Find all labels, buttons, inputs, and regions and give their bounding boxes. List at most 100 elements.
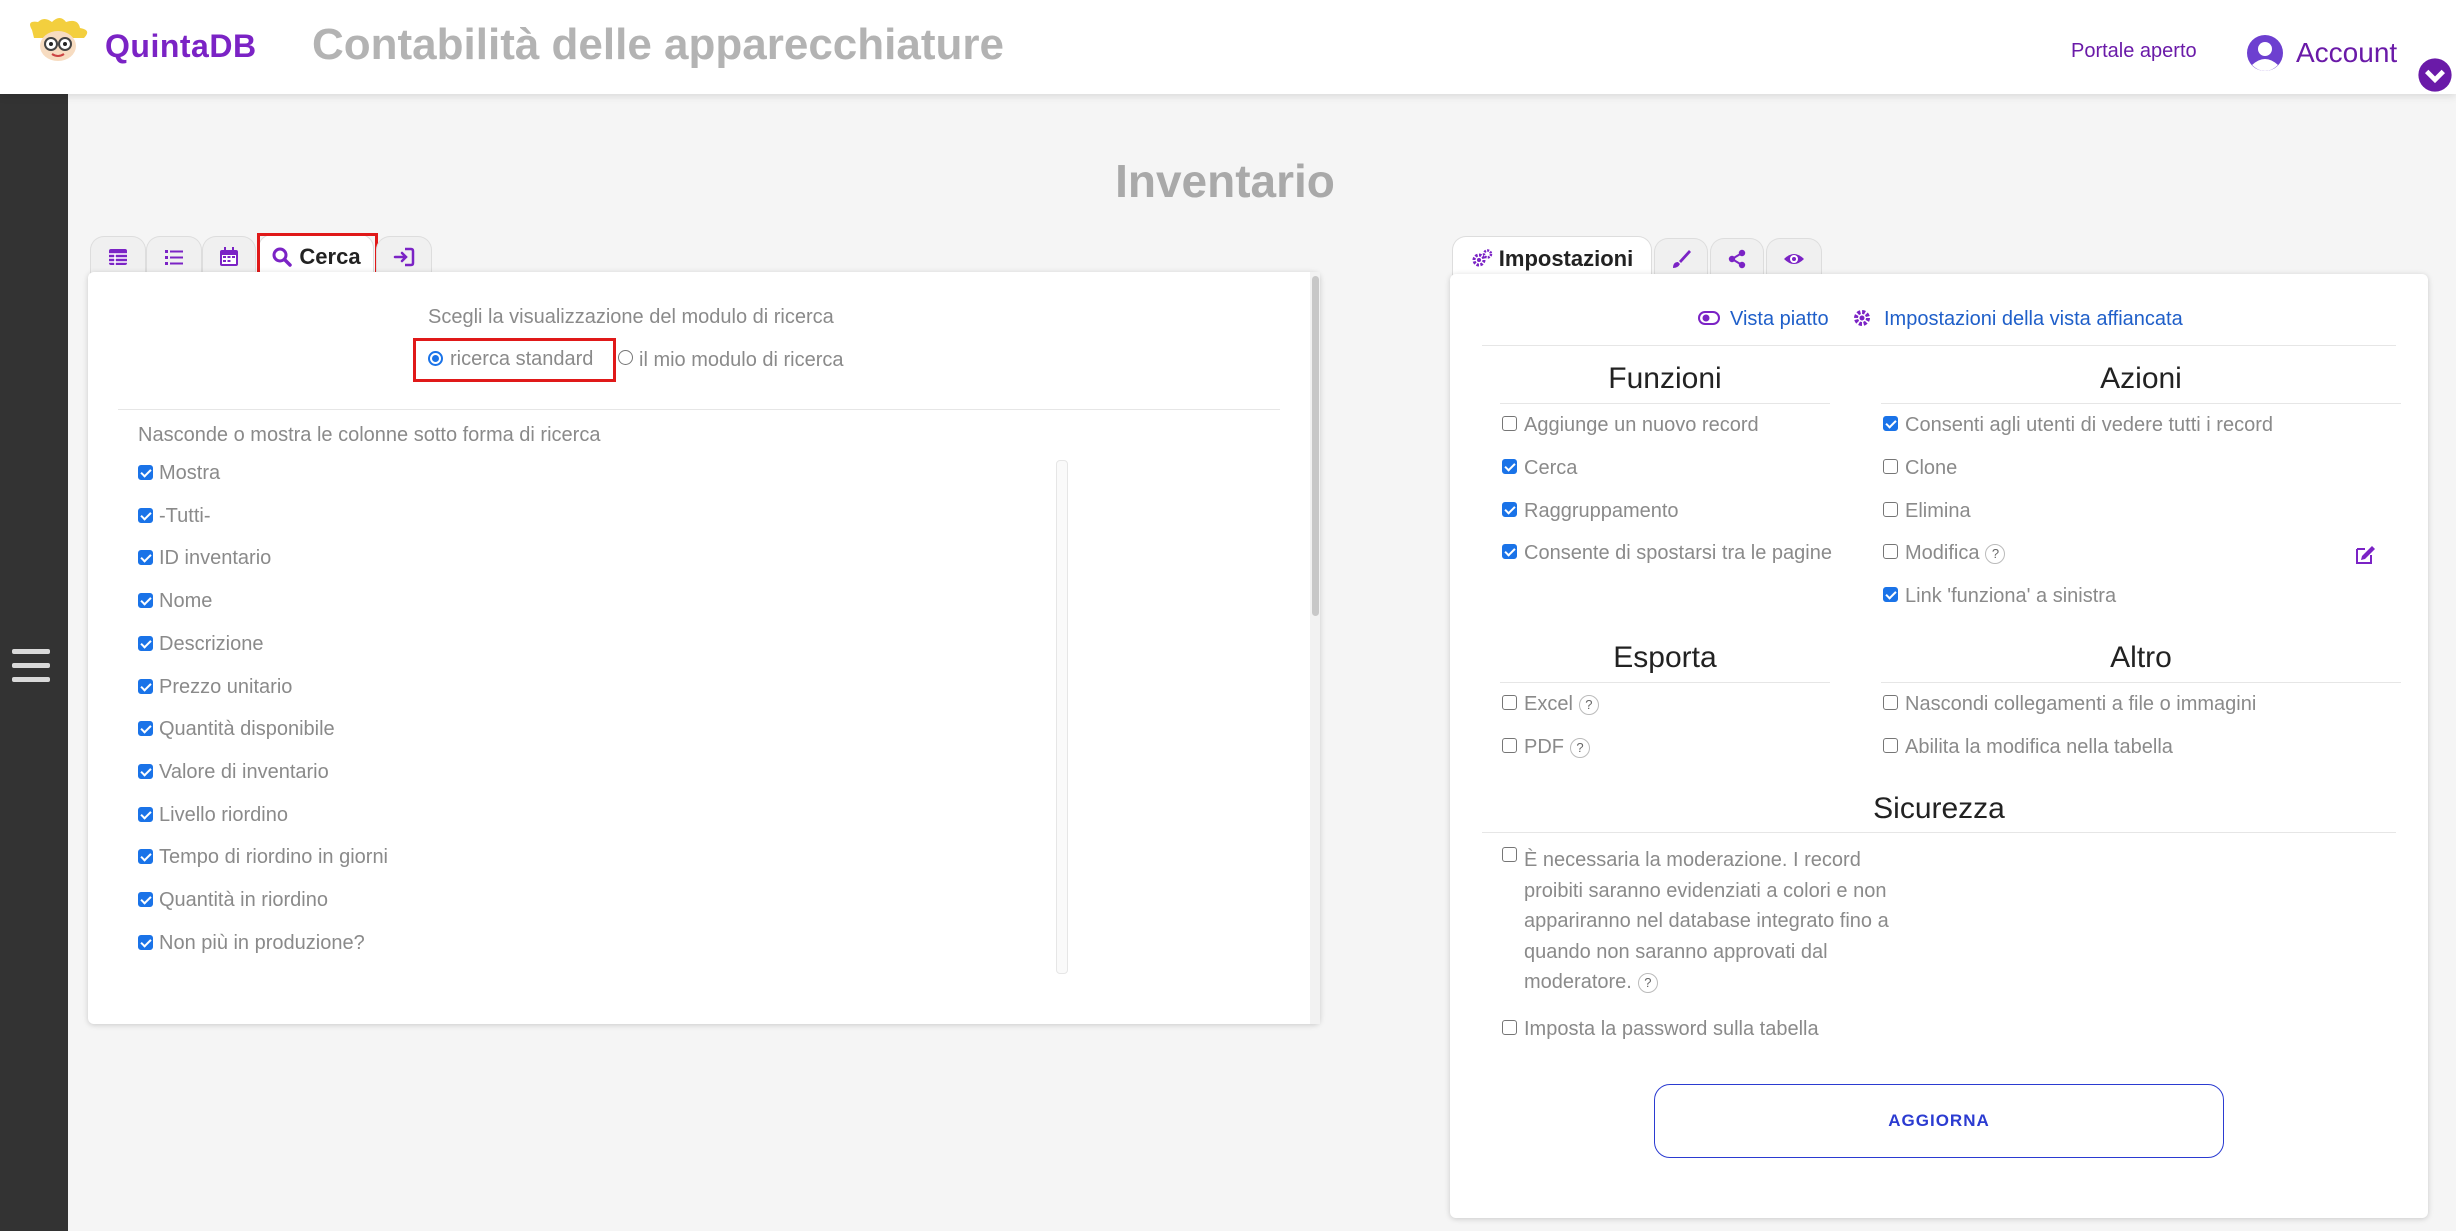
left-link-checkbox[interactable]: [1883, 587, 1898, 602]
tab-share[interactable]: [1710, 238, 1764, 278]
table-password-label: Imposta la password sulla tabella: [1524, 1018, 1819, 1040]
radio-standard-search-label[interactable]: ricerca standard: [450, 348, 593, 371]
edit-icon[interactable]: [2354, 544, 2376, 566]
divider: [1881, 682, 2401, 683]
chevron-down-icon: [2418, 58, 2452, 92]
pagination-checkbox[interactable]: [1502, 544, 1517, 559]
tab-list-view[interactable]: [146, 236, 202, 276]
radio-custom-search[interactable]: [618, 350, 633, 365]
column-checkbox[interactable]: [138, 507, 153, 523]
help-icon[interactable]: ?: [1570, 737, 1590, 758]
gear-icon: [1854, 310, 1870, 326]
divider: [1500, 682, 1830, 683]
divider: [1881, 403, 2401, 404]
clone-checkbox[interactable]: [1883, 459, 1898, 474]
radio-standard-search[interactable]: [428, 351, 443, 366]
column-label: Quantità disponibile: [159, 718, 335, 741]
list-icon: [165, 249, 183, 265]
column-checkbox[interactable]: [138, 849, 153, 865]
tab-design[interactable]: [1654, 238, 1708, 278]
app-title: Contabilità delle apparecchiature: [312, 20, 1004, 69]
pagination-label: Consente di spostarsi tra le pagine: [1524, 542, 1832, 564]
columns-scrollbar[interactable]: [1056, 460, 1068, 974]
see-all-records-checkbox[interactable]: [1883, 416, 1898, 431]
edit-checkbox[interactable]: [1883, 544, 1898, 559]
tab-sign-in[interactable]: [376, 236, 432, 276]
column-checkbox[interactable]: [138, 465, 153, 480]
divider: [1482, 345, 2396, 346]
pdf-label: PDF: [1524, 736, 1564, 758]
search-icon: [272, 247, 293, 267]
search-checkbox[interactable]: [1502, 459, 1517, 474]
settings-panel: Vista piatto Impostazioni della vista af…: [1450, 274, 2428, 1218]
tab-settings-label: Impostazioni: [1498, 245, 1634, 271]
search-form-prompt: Scegli la visualizzazione del modulo di …: [428, 306, 834, 328]
top-bar: QuintaDB Contabilità delle apparecchiatu…: [0, 0, 2456, 94]
table-password-checkbox[interactable]: [1502, 1020, 1517, 1035]
pdf-label-row: PDF?: [1524, 736, 1590, 759]
logo-text[interactable]: QuintaDB: [105, 28, 257, 65]
account-menu[interactable]: Account: [2246, 34, 2452, 92]
column-label: Descrizione: [159, 632, 264, 655]
column-checkbox[interactable]: [138, 892, 153, 907]
column-checkbox[interactable]: [138, 678, 153, 694]
delete-checkbox[interactable]: [1883, 502, 1898, 517]
page-title: Inventario: [1115, 155, 1335, 207]
security-section-title: Sicurezza: [1873, 792, 2005, 825]
functions-section-title: Funzioni: [1608, 362, 1722, 395]
help-icon[interactable]: ?: [1985, 543, 2006, 564]
cogs-icon: [1472, 248, 1493, 266]
edit-label: Modifica: [1905, 542, 1980, 564]
side-view-settings-link[interactable]: Impostazioni della vista affiancata: [1884, 308, 2183, 331]
column-label: Prezzo unitario: [159, 675, 293, 698]
moderation-line: appariranno nel database integrato fino …: [1524, 910, 1889, 932]
update-button[interactable]: AGGIORNA: [1654, 1084, 2224, 1158]
panel-scrollbar-thumb[interactable]: [1312, 276, 1319, 616]
clone-label: Clone: [1905, 457, 1958, 479]
moderation-checkbox[interactable]: [1502, 847, 1517, 862]
toggle-icon: [1698, 311, 1720, 325]
column-label: Valore di inventario: [159, 760, 329, 783]
column-label: Non più in produzione?: [159, 931, 365, 954]
logo-mascot-icon[interactable]: [22, 16, 94, 64]
grouping-label: Raggruppamento: [1524, 500, 1679, 522]
moderation-label: È necessaria la moderazione. I record pr…: [1524, 845, 1889, 998]
tab-preview[interactable]: [1766, 238, 1822, 278]
tab-table-view[interactable]: [90, 236, 146, 276]
hide-file-links-checkbox[interactable]: [1883, 695, 1898, 710]
excel-label-row: Excel?: [1524, 693, 1599, 716]
tab-calendar-view[interactable]: [202, 236, 256, 276]
column-label: Tempo di riordino in giorni: [159, 846, 389, 869]
search-label: Cerca: [1524, 457, 1578, 479]
radio-custom-search-label[interactable]: il mio modulo di ricerca: [639, 349, 844, 372]
table-edit-label: Abilita la modifica nella tabella: [1905, 736, 2173, 758]
column-label: Mostra: [159, 462, 221, 484]
actions-section-title: Azioni: [2100, 362, 2182, 395]
other-section-title: Altro: [2110, 641, 2172, 674]
column-checkbox[interactable]: [138, 721, 153, 737]
delete-label: Elimina: [1905, 500, 1971, 522]
eye-icon: [1784, 253, 1804, 264]
column-label: Livello riordino: [159, 803, 288, 826]
menu-icon[interactable]: [12, 649, 50, 683]
column-checkbox[interactable]: [138, 934, 153, 950]
table-edit-checkbox[interactable]: [1883, 738, 1898, 753]
grouping-checkbox[interactable]: [1502, 502, 1517, 517]
column-checkbox[interactable]: [138, 593, 153, 609]
flat-view-link[interactable]: Vista piatto: [1730, 308, 1829, 331]
open-portal-link[interactable]: Portale aperto: [2071, 40, 2197, 63]
add-record-checkbox[interactable]: [1502, 416, 1517, 431]
brush-icon: [1673, 249, 1691, 268]
column-checkbox[interactable]: [138, 550, 153, 566]
help-icon[interactable]: ?: [1578, 694, 1599, 715]
column-label: ID inventario: [159, 547, 272, 570]
column-checkbox[interactable]: [138, 763, 153, 779]
column-checkbox[interactable]: [138, 635, 153, 651]
user-avatar-icon: [2247, 35, 2283, 71]
columns-heading: Nasconde o mostra le colonne sotto forma…: [138, 424, 601, 446]
excel-checkbox[interactable]: [1502, 695, 1517, 710]
column-checkbox[interactable]: [138, 806, 153, 822]
sign-in-icon: [393, 247, 415, 266]
help-icon[interactable]: ?: [1637, 972, 1658, 993]
pdf-checkbox[interactable]: [1502, 738, 1517, 753]
